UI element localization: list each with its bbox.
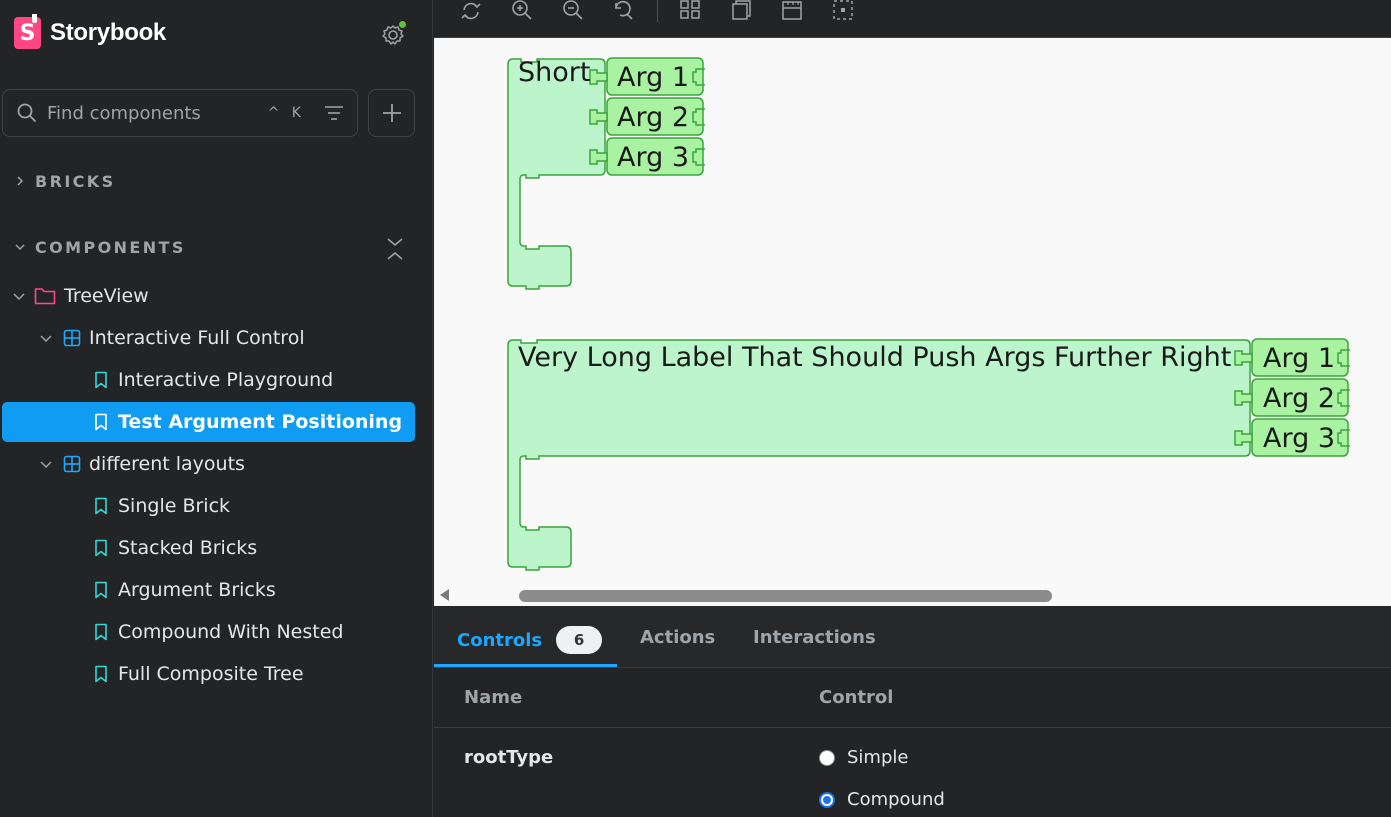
- preview-canvas: Short Arg 1 Arg 2 Arg 3 Very Long Label …: [434, 38, 1391, 584]
- bookmark-icon: [95, 539, 107, 557]
- arg-label: Arg 1: [1263, 343, 1335, 374]
- chevron-right-icon: [17, 176, 24, 186]
- brick-short[interactable]: [507, 58, 606, 290]
- component-grid-icon: [63, 455, 81, 473]
- collapse-all-icon[interactable]: [384, 236, 406, 262]
- bookmark-icon: [95, 581, 107, 599]
- radio-simple[interactable]: Simple: [819, 747, 908, 768]
- scrollbar-thumb[interactable]: [519, 590, 1052, 602]
- storybook-logo-icon: S: [14, 14, 41, 49]
- section-components[interactable]: COMPONENTS: [14, 237, 186, 257]
- control-row-name: rootType: [464, 747, 554, 768]
- bookmark-icon: [95, 371, 107, 389]
- measure-icon[interactable]: [780, 0, 804, 22]
- tree-item-compound-with-nested[interactable]: Compound With Nested: [2, 612, 415, 652]
- arg-label: Arg 3: [617, 142, 689, 173]
- radio-label: Simple: [847, 747, 909, 768]
- zoom-out-icon[interactable]: [561, 0, 585, 22]
- toolbar-divider: [657, 0, 658, 22]
- arg-label: Arg 1: [617, 62, 689, 93]
- add-button[interactable]: [368, 89, 415, 137]
- preview-toolbar: [434, 0, 1391, 38]
- tree-item-argument-bricks[interactable]: Argument Bricks: [2, 570, 415, 610]
- tab-label: Controls: [457, 629, 543, 651]
- section-bricks[interactable]: BRICKS: [14, 171, 116, 191]
- radio-compound[interactable]: Compound: [819, 789, 945, 810]
- tab-actions[interactable]: Actions: [640, 627, 715, 648]
- bookmark-icon: [95, 413, 107, 431]
- search-placeholder: Find components: [47, 102, 201, 124]
- bookmark-icon: [95, 623, 107, 641]
- tab-label: Actions: [640, 627, 716, 648]
- tree-item-full-composite-tree[interactable]: Full Composite Tree: [2, 654, 415, 694]
- plus-icon: [382, 104, 401, 122]
- search-shortcut: ^ K: [267, 105, 305, 121]
- background-icon[interactable]: [729, 0, 753, 22]
- tab-label: Interactions: [753, 627, 876, 648]
- bricks-drawing: [507, 57, 1350, 571]
- sidebar: S Storybook Find components ^ K BRICKS C…: [0, 0, 433, 817]
- addon-tabs: Controls 6 Actions Interactions: [434, 606, 1391, 668]
- column-control-header: Control: [819, 687, 894, 708]
- chevron-down-icon: [13, 293, 25, 301]
- tree-item-treeview[interactable]: TreeView: [2, 276, 415, 316]
- tree-item-label: Interactive Playground: [118, 369, 334, 391]
- brand[interactable]: S Storybook: [14, 14, 166, 50]
- remount-icon[interactable]: [459, 0, 483, 22]
- tree-item-label: Single Brick: [118, 495, 231, 517]
- column-name-header: Name: [464, 687, 523, 708]
- scroll-left-arrow-icon[interactable]: [440, 589, 449, 601]
- radio-button-selected[interactable]: [819, 791, 835, 808]
- horizontal-scrollbar[interactable]: [434, 584, 1391, 606]
- section-bricks-label: BRICKS: [35, 171, 116, 191]
- outline-icon[interactable]: [831, 0, 855, 22]
- tree-item-label: Stacked Bricks: [118, 537, 258, 559]
- controls-count-badge: 6: [556, 626, 603, 654]
- tree-item-label: Argument Bricks: [118, 579, 276, 601]
- logo-letter: S: [19, 20, 36, 46]
- arg-label: Arg 2: [617, 102, 689, 133]
- arg-label: Arg 2: [1263, 383, 1335, 414]
- tab-interactions[interactable]: Interactions: [753, 627, 876, 648]
- tree-item-label: Full Composite Tree: [118, 663, 304, 685]
- search-input[interactable]: Find components ^ K: [2, 89, 358, 137]
- search-icon: [17, 103, 36, 122]
- radio-button[interactable]: [819, 749, 835, 766]
- chevron-down-icon: [40, 335, 52, 343]
- zoom-reset-icon[interactable]: [612, 0, 636, 22]
- tree-item-different-layouts[interactable]: different layouts: [2, 444, 415, 484]
- arg-label: Arg 3: [1263, 423, 1335, 454]
- notification-dot: [399, 21, 406, 28]
- settings-gear-icon[interactable]: [381, 21, 407, 47]
- tree-item-label: different layouts: [89, 453, 245, 475]
- tree-item-label: TreeView: [64, 285, 149, 307]
- component-grid-icon: [63, 329, 81, 347]
- chevron-down-icon: [15, 244, 25, 251]
- tree-item-single-brick[interactable]: Single Brick: [2, 486, 415, 526]
- tab-controls[interactable]: Controls 6: [457, 626, 603, 654]
- controls-table-header: Name Control: [434, 668, 1391, 728]
- tree-item-test-argument-positioning[interactable]: Test Argument Positioning: [2, 402, 415, 442]
- filter-icon[interactable]: [323, 103, 345, 123]
- brick-long-label[interactable]: [507, 339, 1251, 571]
- addons-panel: Controls 6 Actions Interactions Name Con…: [434, 606, 1391, 817]
- tree-item-interactive-playground[interactable]: Interactive Playground: [2, 360, 415, 400]
- radio-label: Compound: [847, 789, 945, 810]
- grid-icon[interactable]: [678, 0, 702, 22]
- chevron-down-icon: [40, 461, 52, 469]
- tree-item-interactive-full-control[interactable]: Interactive Full Control: [2, 318, 415, 358]
- tree-item-label: Interactive Full Control: [89, 327, 305, 349]
- section-components-label: COMPONENTS: [35, 237, 186, 257]
- active-tab-indicator: [434, 664, 617, 667]
- brand-name: Storybook: [50, 19, 166, 46]
- bookmark-icon: [95, 665, 107, 683]
- folder-icon: [34, 288, 56, 305]
- brick-label: Short: [518, 57, 591, 88]
- brick-label: Very Long Label That Should Push Args Fu…: [518, 342, 1232, 373]
- bookmark-icon: [95, 497, 107, 515]
- tree-item-label: Test Argument Positioning: [118, 411, 403, 433]
- zoom-in-icon[interactable]: [510, 0, 534, 22]
- tree-item-stacked-bricks[interactable]: Stacked Bricks: [2, 528, 415, 568]
- tree-item-label: Compound With Nested: [118, 621, 344, 643]
